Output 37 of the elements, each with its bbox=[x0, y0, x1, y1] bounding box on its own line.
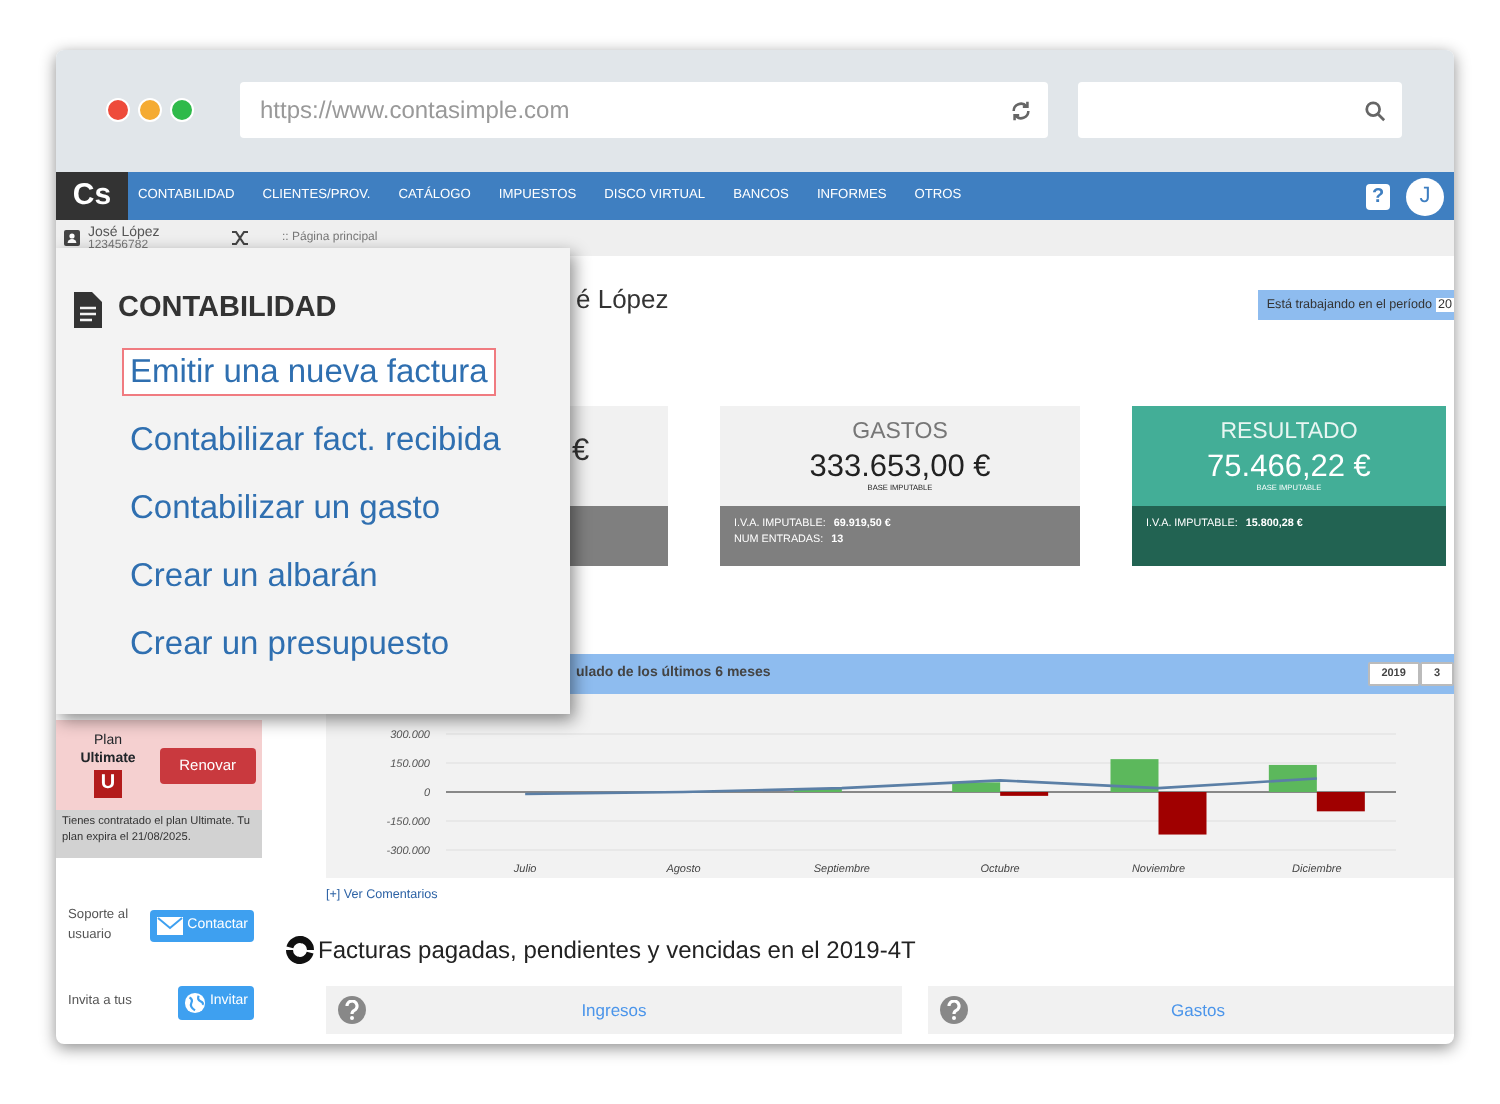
envelope-icon bbox=[155, 915, 184, 936]
panel-title[interactable]: Ingresos bbox=[366, 998, 862, 1024]
document-icon bbox=[74, 291, 102, 328]
card-title: GASTOS bbox=[850, 418, 950, 448]
card-amount: 333.653,00 € bbox=[807, 450, 993, 485]
plan-badge: U bbox=[94, 769, 122, 798]
panel-title[interactable]: Gastos bbox=[968, 998, 1428, 1024]
search-field[interactable] bbox=[1078, 82, 1402, 138]
chart-bar bbox=[1158, 792, 1207, 835]
maximize-button[interactable] bbox=[170, 98, 194, 122]
shuffle-icon[interactable] bbox=[232, 230, 250, 246]
section-title: Facturas pagadas, pendientes y vencidas en el 2019-4T bbox=[318, 934, 916, 969]
menu-item[interactable]: Crear un presupuesto bbox=[122, 619, 458, 669]
chart-bar bbox=[1268, 764, 1317, 792]
help-button[interactable]: ? bbox=[1366, 183, 1390, 209]
menu-item[interactable]: Emitir una nueva factura bbox=[122, 347, 496, 397]
menu-item[interactable]: Crear un albarán bbox=[122, 551, 386, 601]
chart-bar bbox=[1110, 759, 1159, 792]
refresh-icon bbox=[286, 936, 314, 965]
chart-bar bbox=[1316, 792, 1365, 812]
minimize-button[interactable] bbox=[138, 98, 162, 122]
help-icon[interactable] bbox=[940, 996, 968, 1025]
menu-item[interactable]: Contabilizar fact. recibida bbox=[122, 415, 509, 465]
close-button[interactable] bbox=[106, 98, 130, 122]
globe-icon bbox=[183, 991, 206, 1014]
menu-title: CONTABILIDAD bbox=[118, 290, 337, 328]
card-amount: € bbox=[570, 434, 590, 470]
help-icon[interactable] bbox=[338, 996, 366, 1025]
url-input[interactable]: https://www.contasimple.com bbox=[256, 90, 976, 130]
user-avatar[interactable]: J bbox=[1406, 177, 1444, 215]
card-title: RESULTADO bbox=[1218, 418, 1360, 448]
menu-item[interactable]: Contabilizar un gasto bbox=[122, 483, 449, 533]
reload-icon[interactable] bbox=[1010, 99, 1032, 121]
address-bar[interactable]: https://www.contasimple.com bbox=[240, 82, 1048, 138]
search-icon bbox=[1364, 99, 1386, 121]
logo[interactable]: Cs bbox=[56, 172, 128, 220]
card-amount: 75.466,22 € bbox=[1205, 450, 1373, 485]
